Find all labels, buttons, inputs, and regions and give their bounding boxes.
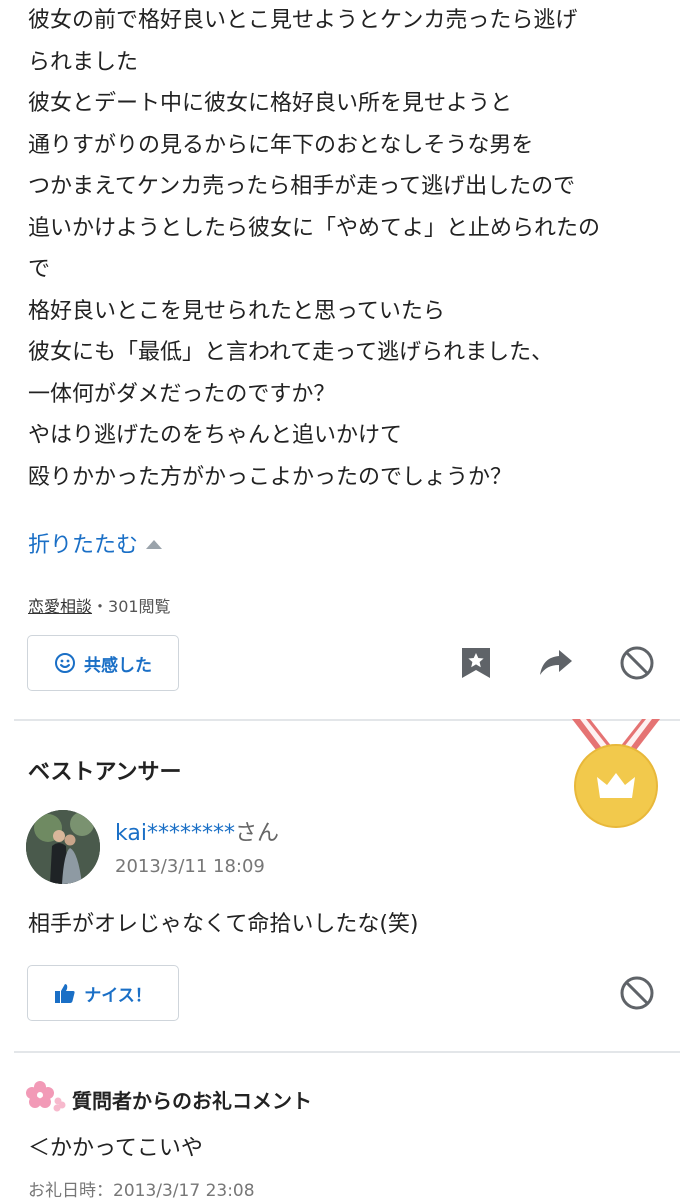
smile-icon — [55, 653, 75, 673]
collapse-label: 折りたたむ — [28, 533, 139, 558]
username-link[interactable]: kai******** — [115, 821, 235, 846]
block-icon[interactable] — [619, 975, 655, 1011]
chevron-up-icon — [146, 539, 163, 549]
question-line: 一体何がダメだったのですか？ — [28, 381, 336, 407]
question-line: 殴りかかった方がかっこよかったのでしょうか？ — [28, 464, 513, 490]
question-line: 彼女にも「最低」と言われて走って逃げられました、 — [28, 340, 554, 365]
question-line: 追いかけようとしたら彼女に「やめてよ」と止められたの — [28, 215, 601, 241]
thanks-date: お礼日時：2013/3/17 23:08 — [28, 1181, 255, 1201]
question-line: つかまえてケンカ売ったら相手が走って逃げ出したので — [28, 174, 576, 199]
question-line: で — [28, 257, 51, 282]
block-icon[interactable] — [619, 645, 655, 681]
question-meta: 恋愛相談・301閲覧 — [28, 593, 171, 617]
sakura-icon — [26, 1081, 66, 1112]
empathy-label: 共感した — [84, 655, 152, 676]
bookmark-star-icon[interactable] — [460, 646, 492, 680]
empathy-button[interactable]: 共感した — [27, 635, 179, 691]
thanks-text: ＜かかってこいや — [28, 1136, 203, 1161]
collapse-link[interactable]: 折りたたむ — [28, 527, 163, 559]
view-count: ・301閲覧 — [92, 597, 171, 616]
thumbs-up-icon — [55, 984, 75, 1003]
answer-date: 2013/3/11 18:09 — [115, 856, 265, 877]
honorific: さん — [234, 821, 279, 846]
avatar[interactable] — [26, 810, 100, 884]
answer-user: kai********さん — [115, 815, 279, 847]
question-body: 彼女の前で格好良いとこ見せようとケンカ売ったら逃げ られました 彼女とデート中に… — [28, 0, 668, 498]
question-line: 彼女とデート中に彼女に格好良い所を見せようと — [28, 91, 513, 116]
nice-button[interactable]: ナイス！ — [27, 965, 179, 1021]
category-link[interactable]: 恋愛相談 — [28, 597, 92, 616]
thanks-heading: 質問者からのお礼コメント — [72, 1089, 312, 1113]
share-arrow-icon[interactable] — [538, 648, 574, 678]
question-line: やはり逃げたのをちゃんと追いかけて — [28, 423, 403, 448]
section-divider — [14, 1051, 680, 1053]
question-line: 通りすがりの見るからに年下のおとなしそうな男を — [28, 132, 534, 158]
medal-crown-icon — [572, 719, 660, 828]
question-line: 格好良いとこを見せられたと思っていたら — [28, 298, 445, 324]
question-line: られました — [28, 49, 139, 75]
best-answer-heading: ベストアンサー — [28, 760, 182, 785]
answer-text: 相手がオレじゃなくて命拾いしたな(笑) — [28, 912, 419, 937]
question-line: 彼女の前で格好良いとこ見せようとケンカ売ったら逃げ — [28, 8, 578, 33]
nice-label: ナイス！ — [84, 985, 152, 1006]
